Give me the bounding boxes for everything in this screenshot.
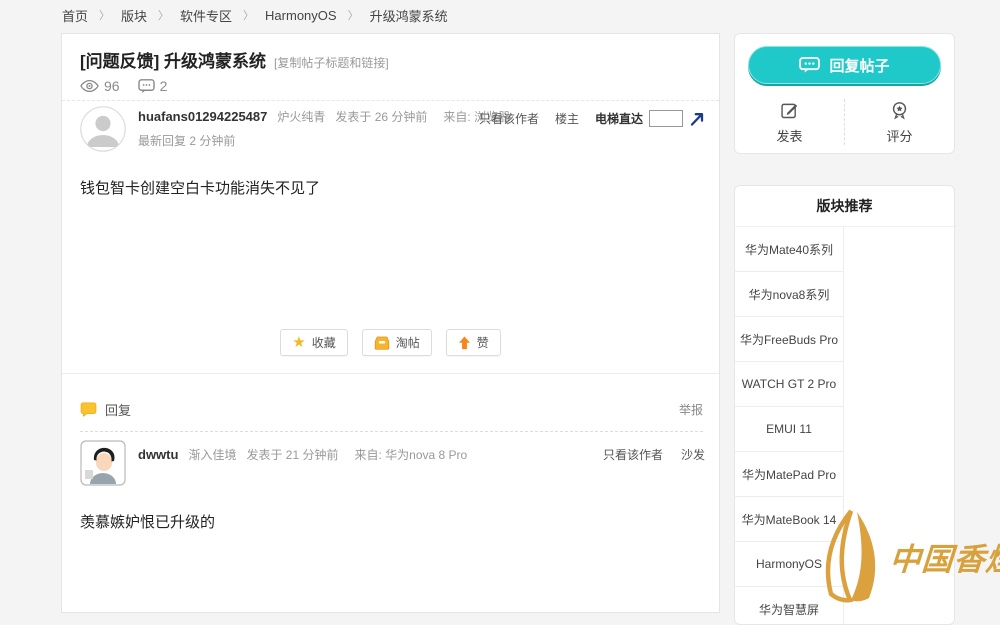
- breadcrumb-software-zone[interactable]: 软件专区: [180, 6, 232, 25]
- board-item-nova8[interactable]: 华为nova8系列: [735, 272, 844, 317]
- thread-panel: [问题反馈] 升级鸿蒙系统 [复制帖子标题和链接] 96 2 huafans01…: [61, 33, 720, 613]
- copy-title-link[interactable]: [复制帖子标题和链接]: [274, 54, 389, 71]
- favorite-button[interactable]: ★ 收藏: [280, 329, 347, 356]
- recommend-card: 版块推荐 华为Mate40系列 华为nova8系列 华为FreeBuds Pro…: [734, 185, 955, 625]
- recommend-title: 版块推荐: [735, 186, 954, 227]
- floor-badge: 沙发: [681, 446, 705, 463]
- op-info: huafans01294225487 炉火纯青 发表于 26 分钟前 来自: 浏…: [138, 108, 510, 149]
- comments-stat: 2: [138, 78, 168, 94]
- reply-section-header: 回复 举报: [80, 400, 703, 419]
- op-post-time: 发表于 26 分钟前: [335, 108, 427, 125]
- comment-bubble-icon: [138, 79, 155, 94]
- reply-thread-label: 回复帖子: [829, 55, 889, 76]
- divider: [62, 373, 719, 374]
- board-item-mate40[interactable]: 华为Mate40系列: [735, 227, 844, 272]
- board-item-emui11[interactable]: EMUI 11: [735, 407, 844, 452]
- reply-section-title: 回复: [105, 400, 131, 419]
- only-author-link[interactable]: 只看该作者: [479, 110, 539, 127]
- board-item-matebook14[interactable]: 华为MateBook 14: [735, 497, 844, 542]
- board-item-freebuds-pro[interactable]: 华为FreeBuds Pro: [735, 317, 844, 362]
- recommend-list: 华为Mate40系列 华为nova8系列 华为FreeBuds Pro WATC…: [735, 227, 844, 625]
- only-author-link[interactable]: 只看该作者: [603, 446, 663, 463]
- post-title-row: [问题反馈] 升级鸿蒙系统 [复制帖子标题和链接]: [80, 47, 703, 72]
- like-button[interactable]: 赞: [446, 329, 501, 356]
- up-arrow-icon: [458, 336, 471, 350]
- eye-icon: [80, 79, 99, 93]
- views-count: 96: [104, 78, 120, 94]
- rate-button[interactable]: 评分: [845, 93, 954, 151]
- breadcrumb-current-thread[interactable]: 升级鸿蒙系统: [370, 6, 448, 25]
- board-item-watch-gt2-pro[interactable]: WATCH GT 2 Pro: [735, 362, 844, 407]
- elevator-floor-input[interactable]: [649, 110, 683, 127]
- views-stat: 96: [80, 78, 120, 94]
- breadcrumb-separator: 〉: [158, 7, 169, 23]
- post-content: 钱包智卡创建空白卡功能消失不见了: [80, 177, 703, 198]
- jump-arrow-icon[interactable]: [689, 111, 705, 127]
- breadcrumb-forums[interactable]: 版块: [121, 6, 147, 25]
- op-username[interactable]: huafans01294225487: [138, 109, 267, 124]
- board-item-matepad-pro[interactable]: 华为MatePad Pro: [735, 452, 844, 497]
- favorite-label: 收藏: [312, 334, 336, 351]
- breadcrumb: 首页 〉 版块 〉 软件专区 〉 HarmonyOS 〉 升级鸿蒙系统: [0, 0, 1000, 30]
- comments-count: 2: [160, 78, 168, 94]
- post-stats: 96 2: [80, 78, 167, 94]
- taotie-label: 淘帖: [396, 334, 420, 351]
- post-actions: ★ 收藏 淘帖 赞: [62, 329, 719, 356]
- publish-label: 发表: [776, 126, 802, 145]
- elevator-label: 电梯直达: [595, 110, 643, 127]
- reply-author-info: dwwtu 渐入佳境 发表于 21 分钟前 来自: 华为nova 8 Pro: [138, 446, 467, 463]
- publish-button[interactable]: 发表: [735, 93, 844, 151]
- board-item-smart-screen[interactable]: 华为智慧屏: [735, 587, 844, 625]
- reply-device: 来自: 华为nova 8 Pro: [354, 446, 467, 463]
- reply-post-time: 发表于 21 分钟前: [246, 446, 338, 463]
- board-item-harmonyos[interactable]: HarmonyOS: [735, 542, 844, 587]
- reply-username[interactable]: dwwtu: [138, 447, 178, 462]
- reply-avatar[interactable]: [80, 440, 126, 486]
- edit-icon: [779, 100, 800, 121]
- like-label: 赞: [477, 334, 489, 351]
- op-level: 炉火纯青: [277, 108, 325, 125]
- reply-bubble-dots-icon: [799, 57, 820, 73]
- op-avatar[interactable]: [80, 106, 126, 152]
- post-title: [问题反馈] 升级鸿蒙系统: [80, 47, 266, 72]
- breadcrumb-home[interactable]: 首页: [62, 6, 88, 25]
- reply-bubble-icon: [80, 402, 97, 417]
- divider: [62, 100, 719, 101]
- op-controls: 只看该作者 楼主 电梯直达: [479, 110, 705, 127]
- floor-badge: 楼主: [555, 110, 579, 127]
- basket-icon: [374, 336, 390, 350]
- breadcrumb-separator: 〉: [348, 7, 359, 23]
- divider: [80, 431, 703, 432]
- reply-card: 回复帖子 发表 评分: [734, 33, 955, 154]
- reply-level: 渐入佳境: [188, 446, 236, 463]
- reply-controls: 只看该作者 沙发: [603, 446, 705, 463]
- breadcrumb-separator: 〉: [99, 7, 110, 23]
- report-link[interactable]: 举报: [679, 401, 703, 418]
- medal-star-icon: [889, 100, 910, 121]
- breadcrumb-harmonyos[interactable]: HarmonyOS: [265, 8, 337, 23]
- reply-thread-button[interactable]: 回复帖子: [748, 46, 941, 84]
- op-last-reply: 最新回复 2 分钟前: [138, 132, 510, 149]
- breadcrumb-separator: 〉: [243, 7, 254, 23]
- rate-label: 评分: [886, 126, 912, 145]
- star-icon: ★: [292, 335, 305, 350]
- taotie-button[interactable]: 淘帖: [362, 329, 432, 356]
- elevator-group: 电梯直达: [595, 110, 705, 127]
- reply-content: 羡慕嫉妒恨已升级的: [80, 511, 703, 532]
